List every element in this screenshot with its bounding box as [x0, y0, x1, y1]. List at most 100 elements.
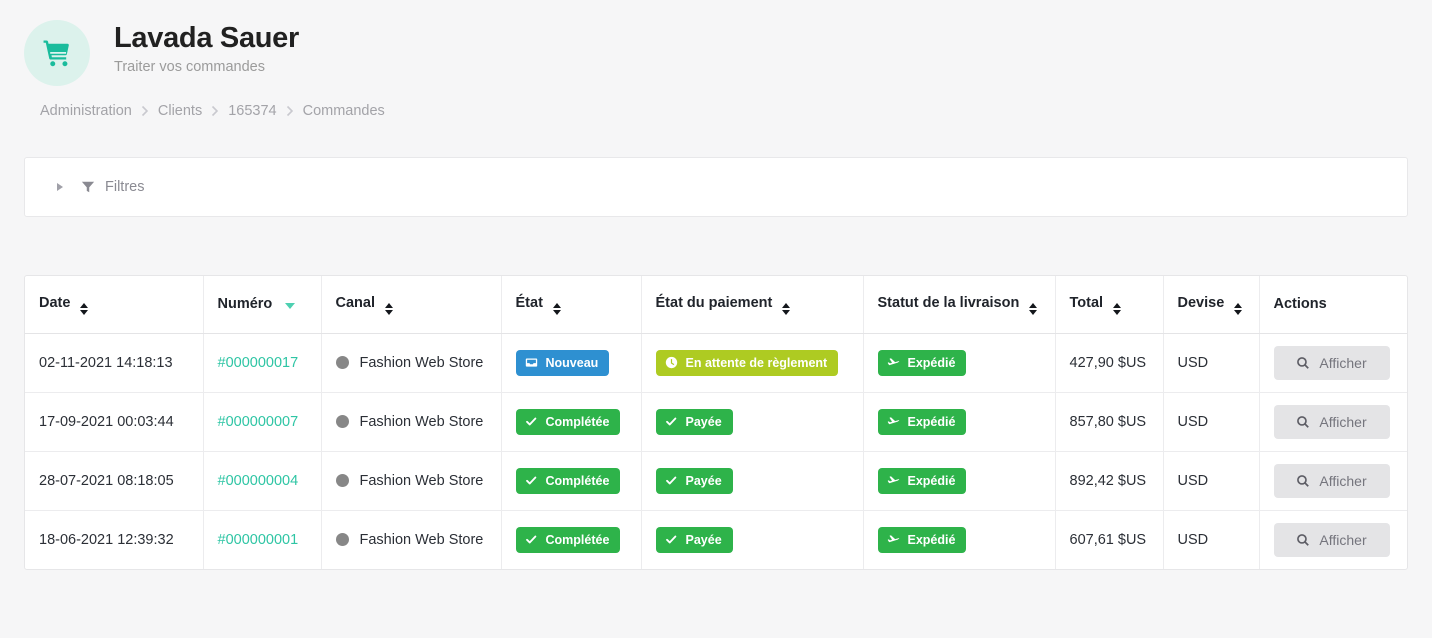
column-label-total: Total	[1069, 294, 1104, 311]
order-number-link[interactable]: #000000017	[218, 355, 299, 371]
status-badge-shipping: Expédié	[877, 526, 967, 553]
column-header-statut-livraison[interactable]: Statut de la livraison	[863, 276, 1056, 334]
sort-icon-date[interactable]	[80, 302, 89, 315]
plane-icon	[887, 415, 900, 428]
column-label-actions: Actions	[1273, 296, 1327, 313]
column-header-numero[interactable]: Numéro	[203, 276, 322, 334]
order-number-link[interactable]: #000000007	[218, 414, 299, 430]
filters-panel: Filtres	[24, 157, 1408, 217]
column-header-date[interactable]: Date	[25, 276, 204, 334]
status-badge-state: Complétée	[515, 408, 621, 435]
column-label-etat-paiement: État du paiement	[655, 294, 773, 311]
chevron-right-icon	[211, 105, 219, 117]
orders-table: Date Numéro Canal État État du paiement …	[25, 276, 1407, 569]
view-order-label: Afficher	[1319, 531, 1367, 548]
breadcrumb-item-customer-id[interactable]: 165374	[228, 103, 276, 119]
status-badge-state: Complétée	[515, 526, 621, 553]
cell-statut-livraison: Expédié	[863, 392, 1056, 452]
header-text-block: Lavada Sauer Traiter vos commandes	[114, 18, 299, 75]
status-badge-shipping-label: Expédié	[907, 355, 956, 370]
status-badge-shipping: Expédié	[877, 349, 967, 376]
avatar	[24, 20, 90, 86]
clock-icon	[665, 356, 678, 369]
cell-total: 607,61 $US	[1055, 510, 1164, 569]
status-badge-shipping: Expédié	[877, 467, 967, 494]
channel-status-dot-icon	[335, 533, 349, 547]
shopping-cart-icon	[40, 36, 74, 70]
cell-etat-paiement: Payée	[641, 392, 864, 452]
cell-etat-paiement: En attente de règlement	[641, 333, 864, 393]
chevron-right-icon	[286, 105, 294, 117]
status-badge-shipping-label: Expédié	[907, 532, 956, 547]
page-title: Lavada Sauer	[114, 22, 299, 54]
plane-icon	[887, 533, 900, 546]
chevron-right-icon	[141, 105, 149, 117]
view-order-button[interactable]: Afficher	[1273, 522, 1390, 557]
status-badge-shipping: Expédié	[877, 408, 967, 435]
sort-icon-canal[interactable]	[385, 302, 394, 315]
cell-actions: Afficher	[1259, 333, 1407, 393]
sort-icon-statut-livraison[interactable]	[1029, 302, 1038, 315]
orders-table-container: Date Numéro Canal État État du paiement …	[24, 275, 1408, 570]
view-order-button[interactable]: Afficher	[1273, 404, 1390, 439]
cell-statut-livraison: Expédié	[863, 451, 1056, 511]
status-badge-state: Nouveau	[515, 349, 610, 376]
breadcrumb: Administration Clients 165374 Commandes	[0, 103, 1432, 119]
cell-etat: Complétée	[501, 392, 642, 452]
cell-date: 18-06-2021 12:39:32	[25, 510, 204, 569]
column-label-devise: Devise	[1177, 294, 1225, 311]
page-subtitle: Traiter vos commandes	[114, 59, 265, 76]
table-row: 17-09-2021 00:03:44 #000000007 Fashion W…	[25, 392, 1407, 452]
cell-devise: USD	[1163, 451, 1260, 511]
breadcrumb-item-clients[interactable]: Clients	[158, 103, 202, 119]
status-badge-shipping-label: Expédié	[907, 414, 956, 429]
page-root: Lavada Sauer Traiter vos commandes Admin…	[0, 0, 1432, 638]
column-header-etat-paiement[interactable]: État du paiement	[641, 276, 864, 334]
cell-total: 892,42 $US	[1055, 451, 1164, 511]
sort-icon-devise[interactable]	[1234, 302, 1243, 315]
view-order-button[interactable]: Afficher	[1273, 463, 1390, 498]
cell-canal: Fashion Web Store	[321, 451, 502, 511]
cell-etat: Complétée	[501, 451, 642, 511]
order-number-link[interactable]: #000000001	[218, 532, 299, 548]
view-order-label: Afficher	[1319, 354, 1367, 371]
filters-toggle[interactable]: Filtres	[57, 179, 144, 195]
cell-devise: USD	[1163, 510, 1260, 569]
table-head: Date Numéro Canal État État du paiement …	[25, 276, 1407, 334]
cell-total: 857,80 $US	[1055, 392, 1164, 452]
table-header-row: Date Numéro Canal État État du paiement …	[25, 276, 1407, 334]
cell-canal: Fashion Web Store	[321, 333, 502, 393]
sort-icon-etat[interactable]	[552, 302, 561, 315]
cell-numero: #000000007	[203, 392, 322, 452]
sort-icon-etat-paiement[interactable]	[782, 302, 791, 315]
column-label-statut-livraison: Statut de la livraison	[877, 294, 1020, 311]
view-order-label: Afficher	[1319, 472, 1367, 489]
cell-date: 17-09-2021 00:03:44	[25, 392, 204, 452]
column-header-etat[interactable]: État	[501, 276, 642, 334]
column-header-total[interactable]: Total	[1055, 276, 1164, 334]
sort-icon-total[interactable]	[1113, 302, 1122, 315]
cell-statut-livraison: Expédié	[863, 333, 1056, 393]
sort-icon-numero-desc[interactable]	[285, 303, 296, 310]
breadcrumb-item-administration[interactable]: Administration	[40, 103, 132, 119]
filter-funnel-icon	[81, 180, 95, 194]
column-label-numero: Numéro	[217, 296, 273, 313]
cell-etat: Nouveau	[501, 333, 642, 393]
order-number-link[interactable]: #000000004	[218, 473, 299, 489]
chevron-right-icon	[57, 183, 63, 191]
cell-canal: Fashion Web Store	[321, 510, 502, 569]
column-header-devise[interactable]: Devise	[1163, 276, 1260, 334]
cell-etat: Complétée	[501, 510, 642, 569]
check-icon	[665, 533, 678, 546]
view-order-button[interactable]: Afficher	[1273, 345, 1390, 380]
column-header-canal[interactable]: Canal	[321, 276, 502, 334]
plane-icon	[887, 356, 900, 369]
cell-total: 427,90 $US	[1055, 333, 1164, 393]
status-badge-payment: Payée	[655, 467, 733, 494]
cell-numero: #000000017	[203, 333, 322, 393]
check-icon	[665, 474, 678, 487]
cell-statut-livraison: Expédié	[863, 510, 1056, 569]
column-label-etat: État	[515, 294, 543, 311]
check-icon	[525, 415, 538, 428]
status-badge-payment-label: Payée	[685, 532, 722, 547]
